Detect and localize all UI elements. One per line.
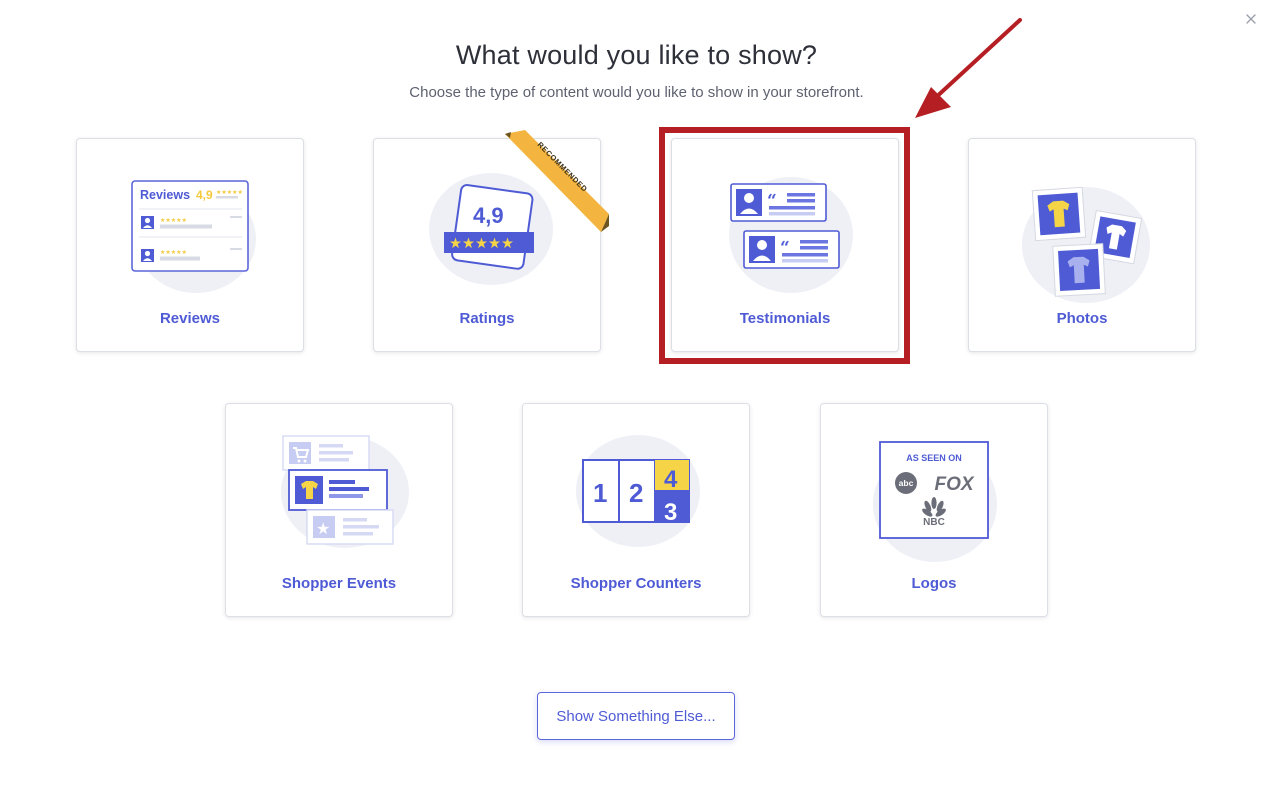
counter-digit-3: 3 [664, 499, 677, 526]
close-button[interactable] [1241, 9, 1261, 29]
shopper-counters-illustration: 1 2 4 3 [562, 424, 712, 574]
reviews-score: 4,9 [196, 188, 213, 202]
modal-title: What would you like to show? [455, 40, 818, 70]
svg-text:★: ★ [316, 519, 330, 538]
logo-abc: abc [899, 478, 914, 488]
logo-fox: FOX [934, 474, 974, 495]
ratings-score: 4,9 [473, 203, 504, 228]
svg-text:★★★★★: ★★★★★ [216, 189, 243, 196]
card-logos[interactable]: AS SEEN ON abc FOX NBC Logos [820, 403, 1048, 617]
counter-digit-1: 1 [593, 478, 607, 508]
photos-illustration [1008, 159, 1158, 309]
card-ratings-label: Ratings [459, 310, 515, 327]
card-testimonials-label: Testimonials [739, 310, 831, 327]
card-photos-label: Photos [1056, 310, 1108, 327]
counter-digit-2: 2 [629, 478, 643, 508]
shopper-events-illustration: ★ [265, 424, 415, 574]
reviews-heading: Reviews [140, 188, 190, 202]
card-reviews-label: Reviews [159, 310, 221, 327]
card-logos-label: Logos [911, 575, 957, 592]
testimonials-illustration: “ “ [711, 159, 861, 309]
ratings-illustration: 4,9 ★★★★★ [413, 159, 563, 309]
svg-text:★★★★★: ★★★★★ [160, 217, 187, 224]
modal-subtitle: Choose the type of content would you lik… [409, 84, 864, 101]
card-shopper-counters-label: Shopper Counters [570, 575, 702, 592]
show-something-else-button[interactable]: Show Something Else... [537, 692, 735, 740]
logos-illustration: AS SEEN ON abc FOX NBC [860, 424, 1010, 574]
card-testimonials[interactable]: “ “ Testimonials [671, 138, 899, 352]
counter-digit-4: 4 [664, 466, 678, 493]
card-reviews[interactable]: Reviews 4,9 ★★★★★ ★★★★★ ★★★★★ Reviews [76, 138, 304, 352]
close-icon [1246, 14, 1256, 24]
svg-text:★★★★★: ★★★★★ [449, 236, 514, 252]
reviews-illustration: Reviews 4,9 ★★★★★ ★★★★★ ★★★★★ [116, 159, 266, 309]
logos-heading: AS SEEN ON [906, 453, 962, 463]
card-photos[interactable]: Photos [968, 138, 1196, 352]
logo-nbc: NBC [923, 517, 945, 528]
card-ratings[interactable]: 4,9 ★★★★★ Ratings [373, 138, 601, 352]
svg-text:★★★★★: ★★★★★ [160, 249, 187, 256]
card-shopper-counters[interactable]: 1 2 4 3 Shopper Counters [522, 403, 750, 617]
card-shopper-events[interactable]: ★ Shopper Events [225, 403, 453, 617]
card-shopper-events-label: Shopper Events [281, 575, 397, 592]
